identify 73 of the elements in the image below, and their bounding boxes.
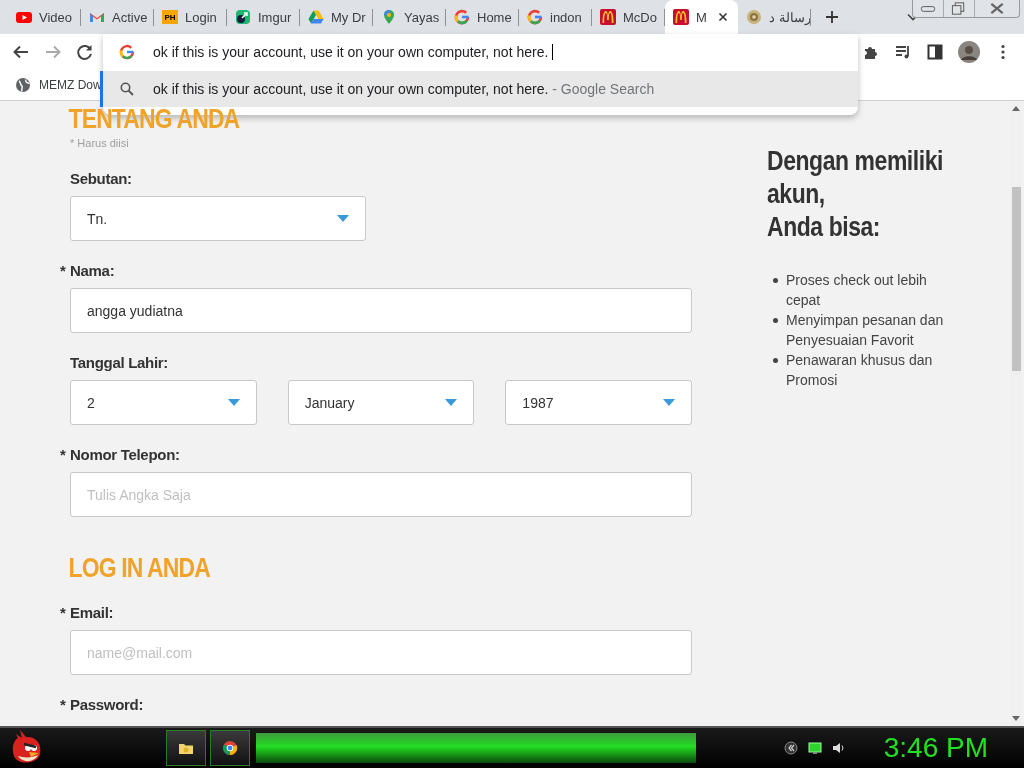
map-pin-icon [381, 9, 397, 25]
sidebar-title: Dengan memiliki akun, [767, 145, 944, 211]
bullet-icon [773, 278, 778, 283]
section-heading: LOG IN ANDA [67, 553, 212, 583]
search-icon [119, 81, 135, 97]
dropdown[interactable]: 2 [70, 380, 257, 425]
browser-tab[interactable]: My Dr [300, 0, 373, 34]
profile-avatar[interactable] [958, 41, 980, 63]
chrome-icon [222, 740, 238, 756]
chevron-left-icon[interactable] [783, 741, 798, 755]
section-heading: TENTANG ANDA [67, 104, 241, 134]
taskbar-button[interactable] [210, 730, 250, 766]
field-label: Nama: [70, 262, 115, 279]
field-label: Password: [70, 696, 144, 713]
speaker-icon[interactable] [831, 741, 846, 755]
video-play-icon [16, 9, 32, 25]
taskbar-button[interactable] [166, 730, 206, 766]
golden-arches-icon [600, 9, 616, 25]
scrollbar-thumb[interactable] [1011, 187, 1021, 371]
field-label: Sebutan: [70, 170, 132, 187]
triangle-icon [308, 9, 324, 25]
browser-tab[interactable]: رسالة د [738, 0, 811, 34]
address-field[interactable]: ok if this is your account, use it on your own computer, not here. [153, 44, 554, 60]
field-label: Email: [70, 604, 114, 621]
music-list-icon[interactable] [894, 43, 912, 61]
dropdown-arrow-icon [227, 399, 240, 406]
browser-tab[interactable]: Imgur [227, 0, 300, 34]
new-tab-icon[interactable] [825, 10, 839, 24]
globe-icon [15, 77, 31, 93]
browser-tab[interactable]: indon [519, 0, 592, 34]
benefit-text: Penawaran khusus dan Promosi [786, 351, 934, 390]
emblem-icon [746, 9, 762, 25]
g-logo-icon [527, 9, 543, 25]
field-label: Tanggal Lahir: [70, 354, 169, 371]
monitor-icon[interactable] [807, 741, 822, 755]
site-badge-icon: PH [162, 10, 178, 24]
browser-tab[interactable]: Home [446, 0, 519, 34]
browser-tab[interactable]: Active [81, 0, 154, 34]
field-label: Nomor Telepon: [70, 446, 180, 463]
dropdown-arrow-icon [337, 215, 349, 222]
scroll-down-icon[interactable] [1012, 716, 1020, 722]
required-marker: * [60, 262, 66, 279]
g-logo-icon [119, 44, 135, 60]
browser-tab[interactable]: McDo [592, 0, 665, 34]
arrow-square-icon [235, 9, 251, 25]
browser-tab[interactable]: Video [8, 0, 81, 34]
required-marker: * [60, 604, 66, 621]
dropdown-arrow-icon [663, 399, 675, 406]
sidebar-title: Anda bisa: [767, 211, 882, 244]
side-panel-icon[interactable] [926, 43, 944, 61]
g-logo-icon [454, 9, 470, 25]
dropdown[interactable]: Tn. [70, 196, 366, 241]
dropdown-arrow-icon [445, 399, 458, 406]
browser-tab[interactable]: PH Login [154, 0, 227, 34]
back-icon[interactable] [12, 43, 30, 61]
browser-tab[interactable]: Yayas [373, 0, 446, 34]
scroll-up-icon[interactable] [1012, 105, 1020, 111]
dropdown[interactable]: January [287, 380, 475, 425]
benefit-text: Menyimpan pesanan dan Penyesuaian Favorit [786, 311, 945, 350]
required-marker: * [60, 696, 66, 713]
reload-icon[interactable] [76, 43, 94, 61]
clock[interactable]: 3:46 PM [883, 732, 988, 764]
golden-arches-icon [673, 9, 689, 25]
bullet-icon [773, 318, 778, 323]
required-marker: * [60, 446, 66, 463]
dropdown[interactable]: 1987 [505, 380, 692, 425]
input-field[interactable]: angga yudiatna [70, 288, 692, 333]
browser-tab[interactable]: M [665, 0, 738, 34]
close-tab-icon[interactable] [717, 12, 728, 22]
required-note: * Harus diisi [69, 137, 130, 149]
benefit-text: Proses check out lebih cepat [786, 271, 928, 310]
bullet-icon [773, 358, 778, 363]
search-suggestion[interactable]: ok if this is your account, use it on your own computer, not here. - Google Search [100, 71, 858, 107]
